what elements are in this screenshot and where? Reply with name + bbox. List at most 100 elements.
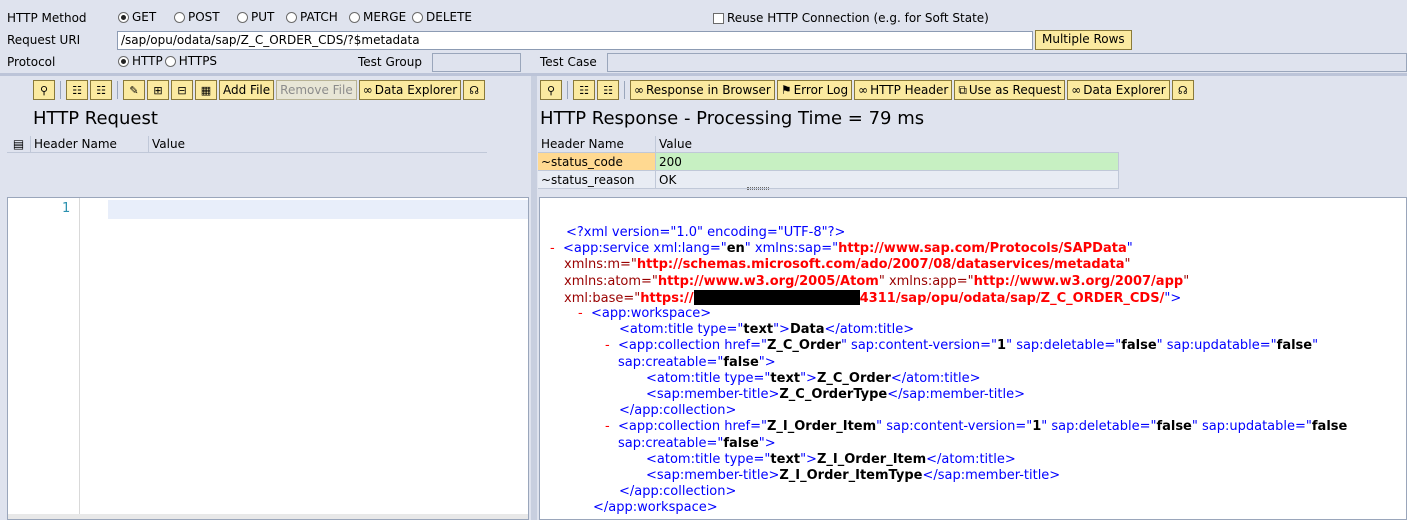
glasses-icon: ∞ bbox=[1071, 83, 1082, 97]
find-icon[interactable]: ☷ bbox=[573, 80, 595, 100]
headset-icon[interactable]: ☊ bbox=[1171, 80, 1194, 100]
http-header-button[interactable]: ∞ HTTP Header bbox=[854, 80, 953, 100]
toolbar-separator bbox=[624, 81, 625, 99]
remove-file-button[interactable]: Remove File bbox=[276, 80, 357, 100]
method-patch-radio[interactable]: PATCH bbox=[286, 10, 349, 24]
xml-line: </app:collection> bbox=[619, 484, 737, 499]
method-post-radio[interactable]: POST bbox=[174, 10, 237, 24]
xml-declaration: <?xml version="1.0" encoding="UTF-8"?> bbox=[566, 225, 846, 240]
radio-icon bbox=[286, 11, 297, 23]
resize-grip[interactable] bbox=[747, 187, 769, 190]
response-table-header: Header Name Value bbox=[538, 135, 1119, 153]
xml-line: </app:collection> bbox=[619, 403, 737, 418]
xml-collection-open: - <app:collection href="Z_I_Order_Item" … bbox=[605, 419, 1348, 434]
collapse-toggle[interactable]: - bbox=[550, 241, 555, 256]
find-next-icon[interactable]: ☷ bbox=[597, 80, 619, 100]
collapse-toggle[interactable]: - bbox=[605, 338, 610, 353]
response-xml-viewer[interactable]: <?xml version="1.0" encoding="UTF-8"?> -… bbox=[539, 197, 1407, 520]
request-title: HTTP Request bbox=[33, 108, 158, 129]
xml-workspace-open: - <app:workspace> bbox=[578, 306, 712, 321]
protocol-https-radio[interactable]: HTTPS bbox=[164, 54, 217, 68]
col-header-value[interactable]: Value bbox=[149, 136, 485, 153]
table-row[interactable]: ~status_reason OK bbox=[538, 171, 1119, 189]
http-method-radio-group: GET POST PUT PATCH MERGE DELETE bbox=[118, 10, 472, 24]
radio-icon bbox=[164, 55, 176, 67]
table-row[interactable]: ~status_code 200 bbox=[538, 153, 1119, 171]
xml-line: xml:base="https://4311/sap/opu/odata/sap… bbox=[564, 290, 1182, 306]
line-gutter bbox=[8, 198, 80, 519]
method-delete-radio[interactable]: DELETE bbox=[412, 10, 472, 24]
xml-service-line: - <app:service xml:lang="en" xmlns:sap="… bbox=[550, 241, 1133, 256]
xml-line: xmlns:m="http://schemas.microsoft.com/ad… bbox=[564, 257, 1131, 272]
header-name-cell[interactable]: ~status_reason bbox=[538, 171, 656, 189]
multiple-rows-button[interactable]: Multiple Rows bbox=[1035, 30, 1132, 50]
error-log-button[interactable]: ⚑ Error Log bbox=[776, 80, 853, 100]
request-header-table-header: ▤ Header Name Value bbox=[7, 135, 487, 153]
collapse-toggle[interactable]: - bbox=[605, 419, 610, 434]
edit-pencil-icon[interactable]: ✎ bbox=[123, 80, 145, 100]
xml-line: <atom:title type="text">Z_C_Order</atom:… bbox=[646, 371, 981, 386]
header-value-cell[interactable]: 200 bbox=[656, 153, 1119, 171]
log-icon: ⚑ bbox=[780, 83, 792, 97]
toolbar-separator bbox=[117, 81, 118, 99]
find-next-icon[interactable]: ☷ bbox=[90, 80, 112, 100]
xml-line: <atom:title type="text">Z_I_Order_Item</… bbox=[646, 452, 1016, 467]
insert-row-icon[interactable]: ⊞ bbox=[147, 80, 169, 100]
header-value-cell[interactable]: OK bbox=[656, 171, 1119, 189]
hierarchy-icon[interactable]: ▦ bbox=[195, 80, 217, 100]
col-header-name[interactable]: Header Name bbox=[538, 135, 656, 153]
current-line-highlight bbox=[108, 200, 528, 219]
column-settings-icon[interactable]: ▤ bbox=[7, 135, 31, 153]
radio-icon bbox=[174, 11, 185, 23]
response-toolbar: ⚲ ☷ ☷ ∞ Response in Browser ⚑ Error Log ∞ H… bbox=[540, 79, 1194, 101]
radio-selected-icon bbox=[118, 55, 129, 67]
protocol-label: Protocol bbox=[7, 55, 56, 69]
headset-icon[interactable]: ☊ bbox=[463, 80, 486, 100]
collapse-toggle[interactable]: - bbox=[578, 306, 583, 321]
response-data-explorer-button[interactable]: ∞ Data Explorer bbox=[1067, 80, 1170, 100]
find-icon[interactable]: ☷ bbox=[66, 80, 88, 100]
add-file-button[interactable]: Add File bbox=[219, 80, 275, 100]
request-uri-input[interactable]: /sap/opu/odata/sap/Z_C_ORDER_CDS/?$metad… bbox=[117, 31, 1033, 50]
protocol-http-radio[interactable]: HTTP bbox=[118, 54, 163, 68]
xml-line: xmlns:atom="http://www.w3.org/2005/Atom"… bbox=[564, 274, 1190, 289]
method-merge-radio[interactable]: MERGE bbox=[349, 10, 412, 24]
test-group-input[interactable] bbox=[432, 53, 521, 72]
xml-workspace-close: </app:workspace> bbox=[593, 500, 718, 515]
test-group-label: Test Group bbox=[358, 55, 422, 69]
toolbar-separator bbox=[567, 81, 568, 99]
xml-line: <sap:member-title>Z_I_Order_ItemType</sa… bbox=[646, 468, 1061, 483]
method-get-radio[interactable]: GET bbox=[118, 10, 174, 24]
col-header-name[interactable]: Header Name bbox=[31, 135, 149, 153]
request-data-explorer-button[interactable]: ∞ Data Explorer bbox=[358, 80, 462, 100]
line-number: 1 bbox=[62, 201, 71, 216]
method-put-radio[interactable]: PUT bbox=[237, 10, 286, 24]
response-in-browser-button[interactable]: ∞ Response in Browser bbox=[630, 80, 775, 100]
use-as-request-button[interactable]: ⧉ Use as Request bbox=[954, 80, 1066, 100]
details-icon[interactable]: ⚲ bbox=[540, 80, 562, 100]
radio-icon bbox=[349, 11, 360, 23]
xml-line: <sap:member-title>Z_C_OrderType</sap:mem… bbox=[646, 387, 1025, 402]
protocol-radio-group: HTTP HTTPS bbox=[118, 54, 217, 68]
glasses-icon: ∞ bbox=[634, 83, 644, 97]
request-panel: ⚲ ☷ ☷ ✎ ⊞ ⊟ ▦ Add File Remove File ∞ Data… bbox=[0, 76, 531, 192]
request-body-editor[interactable]: 1 bbox=[7, 197, 529, 520]
response-header-table: Header Name Value ~status_code 200 ~stat… bbox=[538, 135, 1119, 189]
test-case-input[interactable] bbox=[607, 53, 1407, 72]
radio-icon bbox=[412, 11, 423, 23]
copy-icon: ⧉ bbox=[958, 82, 967, 97]
reuse-connection-checkbox[interactable]: Reuse HTTP Connection (e.g. for Soft Sta… bbox=[713, 11, 989, 25]
test-case-label: Test Case bbox=[540, 55, 597, 69]
horizontal-scrollbar[interactable] bbox=[8, 514, 528, 519]
delete-row-icon[interactable]: ⊟ bbox=[171, 80, 193, 100]
response-panel: ⚲ ☷ ☷ ∞ Response in Browser ⚑ Error Log ∞ H… bbox=[537, 76, 1407, 192]
glasses-icon: ∞ bbox=[362, 83, 373, 97]
details-icon[interactable]: ⚲ bbox=[33, 80, 55, 100]
redacted-host bbox=[693, 290, 860, 305]
xml-line: <atom:title type="text">Data</atom:title… bbox=[619, 322, 915, 337]
checkbox-icon bbox=[713, 12, 724, 24]
radio-icon bbox=[237, 11, 248, 23]
header-name-cell[interactable]: ~status_code bbox=[538, 153, 656, 171]
col-header-value[interactable]: Value bbox=[656, 136, 1119, 153]
glasses-icon: ∞ bbox=[858, 83, 869, 97]
